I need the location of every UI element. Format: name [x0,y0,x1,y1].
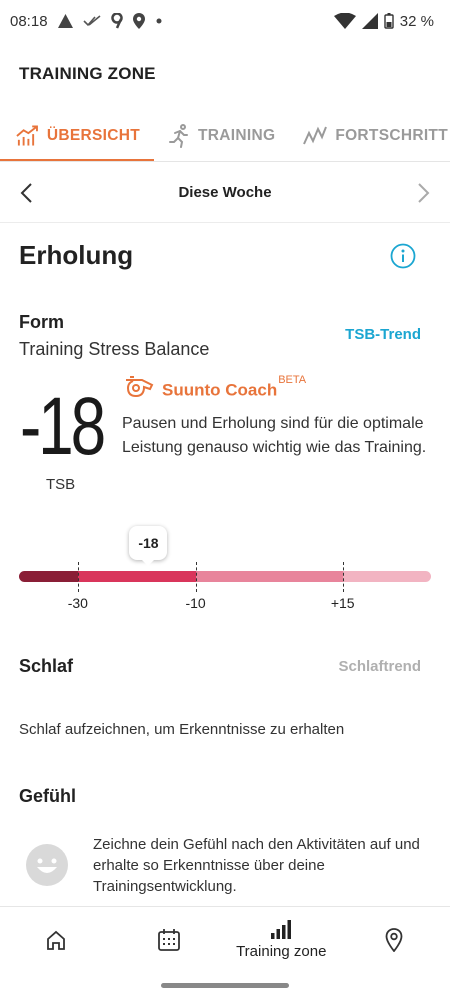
dot-icon [156,18,162,24]
gauge-tick [77,562,79,592]
training-zone-icon [271,920,292,939]
tsb-unit: TSB [46,476,76,493]
tab-fortschritt[interactable]: FORTSCHRITT [289,110,450,161]
chevron-left-icon[interactable] [16,181,38,205]
battery-percent: 32 % [399,12,434,30]
suunto-coach-header: Suunto CoachBETA [124,374,306,401]
tab-bar: ÜBERSICHT TRAINING FORTSCHRITT [0,110,450,162]
battery-icon [384,13,394,29]
navigation-arrow-icon [57,14,73,28]
gauge-tick [195,562,197,592]
nav-map[interactable] [338,907,450,972]
sleep-title: Schlaf [19,656,74,676]
gauge-tick-label: -10 [185,595,206,611]
whistle-icon [126,376,154,398]
bottom-nav: Training zone [0,906,450,972]
home-icon [47,930,66,950]
nav-calendar[interactable] [113,907,226,972]
status-bar: 08:18 32 % [0,0,450,42]
feeling-title: Gefühl [19,786,76,806]
tsb-gauge: -18 -30 -10 +15 [19,522,431,614]
gauge-tick-label: -30 [67,595,88,611]
coach-name-text: Suunto Coach [162,380,278,400]
nav-home[interactable] [0,907,113,972]
calendar-icon [157,928,180,951]
tab-fortschritt-label: FORTSCHRITT [335,126,448,144]
gauge-tick [342,562,344,592]
gauge-segment [195,571,343,582]
week-label: Diese Woche [178,184,272,201]
coach-text: Pausen und Erholung sind für die optimal… [122,415,427,456]
location-icon [132,13,145,29]
tsb-trend-link[interactable]: TSB-Trend [345,326,421,343]
form-title: Form [19,312,64,332]
gesture-bar [161,983,289,988]
coach-beta-badge: BETA [278,374,307,386]
map-pin-icon [385,927,403,952]
signal-icon [361,13,378,29]
app-title: TRAINING ZONE [19,64,156,83]
tab-training[interactable]: TRAINING [154,110,289,161]
gauge-marker: -18 [129,526,168,566]
double-check-icon [82,15,101,27]
sleep-trend-link[interactable]: Schlaftrend [338,658,421,675]
nav-training-zone-label: Training zone [236,943,327,960]
gauge-tick-label: +15 [330,595,355,611]
progress-wave-icon [303,126,328,144]
runner-icon [169,123,188,148]
gauge-segment [77,571,196,582]
info-icon[interactable] [390,243,416,269]
bar-trend-icon [16,125,38,146]
app-notification-icon [110,13,123,29]
gauge-segment [19,571,78,582]
gauge-segment [342,571,431,582]
wifi-icon [333,13,356,29]
feeling-text: Zeichne dein Gefühl nach den Aktivitäten… [93,836,420,895]
section-title-erholung: Erholung [19,240,134,270]
form-subtitle: Training Stress Balance [19,339,210,359]
tab-training-label: TRAINING [198,126,276,144]
coach-name: Suunto CoachBETA [162,374,306,401]
nav-training-zone[interactable]: Training zone [225,907,338,972]
tab-uebersicht-label: ÜBERSICHT [46,126,140,144]
status-time: 08:18 [10,12,48,30]
sleep-text: Schlaf aufzeichnen, um Erkenntnisse zu e… [19,721,345,738]
gauge-track [19,571,431,582]
tsb-value: -18 [20,381,106,472]
week-selector: Diese Woche [0,163,450,223]
chevron-right-icon[interactable] [412,181,434,205]
smiley-face-icon[interactable] [26,844,68,886]
tab-uebersicht[interactable]: ÜBERSICHT [0,110,154,161]
